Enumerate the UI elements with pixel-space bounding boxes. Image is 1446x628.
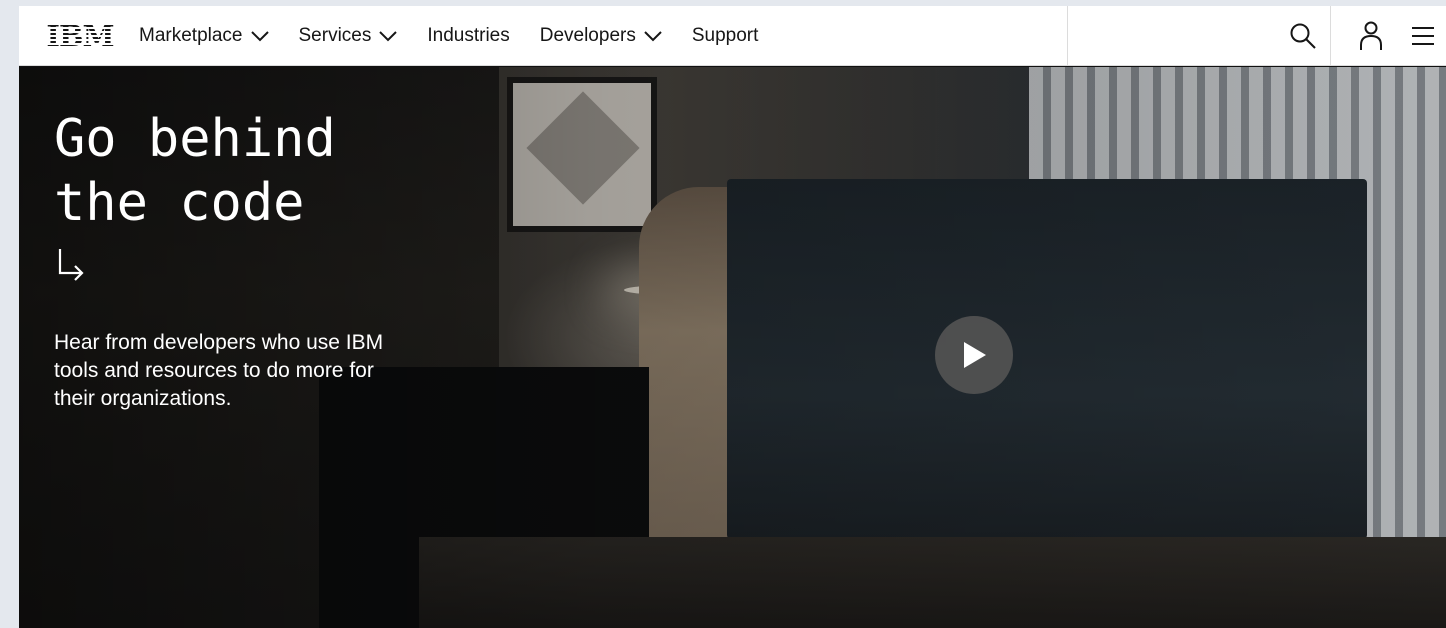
chevron-down-icon (379, 30, 398, 41)
menu-item-label: Support (691, 24, 759, 46)
play-icon (964, 342, 986, 368)
nav-divider (1330, 6, 1331, 66)
menu-icon (1411, 27, 1434, 45)
menu-item-developers[interactable]: Developers (525, 6, 677, 66)
profile-button[interactable] (1344, 6, 1398, 66)
menu-item-label: Developers (539, 24, 636, 46)
hero-video-banner[interactable]: Go behind the code Hear from developers … (19, 67, 1446, 628)
page-frame: IBM Marketplace Services Industries Deve… (19, 6, 1446, 628)
menu-item-label: Marketplace (139, 24, 243, 46)
menu-item-services[interactable]: Services (284, 6, 413, 66)
menu-item-label: Industries (427, 24, 510, 46)
ibm-logo[interactable]: IBM (43, 21, 117, 51)
search-button[interactable] (1276, 6, 1330, 66)
menu-item-industries[interactable]: Industries (412, 6, 524, 66)
chevron-down-icon (250, 30, 269, 41)
arrow-down-right-icon[interactable] (57, 247, 87, 281)
hero-headline: Go behind the code (54, 109, 336, 233)
top-nav: IBM Marketplace Services Industries Deve… (19, 6, 1446, 66)
chevron-down-icon (644, 30, 662, 41)
play-video-button[interactable] (935, 316, 1013, 394)
search-icon (1290, 23, 1316, 49)
user-icon (1360, 21, 1382, 50)
menu-button[interactable] (1399, 6, 1446, 66)
nav-divider (1067, 6, 1068, 66)
main-menu: Marketplace Services Industries Develope… (139, 6, 773, 66)
menu-item-marketplace[interactable]: Marketplace (139, 6, 284, 66)
menu-item-label: Services (298, 24, 372, 46)
menu-item-support[interactable]: Support (677, 6, 774, 66)
ibm-logo-text: IBM (46, 18, 114, 53)
hero-description: Hear from developers who use IBM tools a… (54, 331, 384, 410)
